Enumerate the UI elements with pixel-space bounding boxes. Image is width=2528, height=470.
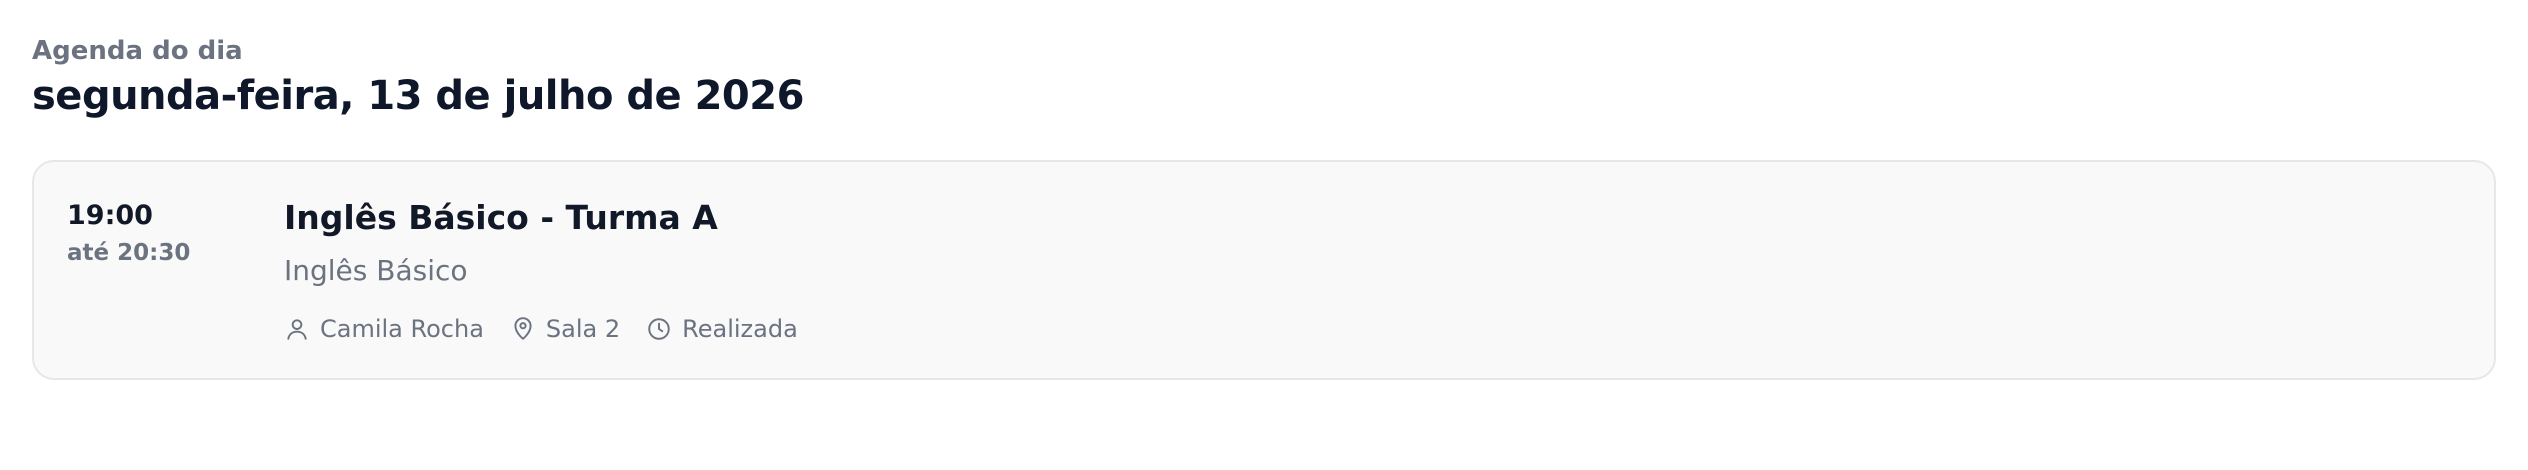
user-icon <box>284 316 310 342</box>
agenda-page: Agenda do dia segunda-feira, 13 de julho… <box>0 0 2528 470</box>
room-meta: Sala 2 <box>510 312 620 346</box>
class-title: Inglês Básico - Turma A <box>284 198 718 237</box>
teacher-name: Camila Rocha <box>320 315 484 343</box>
page-kicker: Agenda do dia <box>32 36 243 66</box>
page-title: segunda-feira, 13 de julho de 2026 <box>32 73 804 119</box>
clock-icon <box>646 316 672 342</box>
class-subtitle: Inglês Básico <box>284 254 468 287</box>
teacher-meta: Camila Rocha <box>284 312 484 346</box>
room-name: Sala 2 <box>545 315 621 343</box>
class-metadata: Camila Rocha Sala 2 Realizada <box>284 312 798 346</box>
end-time: até 20:30 <box>67 240 191 266</box>
agenda-item-card[interactable]: 19:00 até 20:30 Inglês Básico - Turma A … <box>32 160 2496 380</box>
status-meta: Realizada <box>646 312 798 346</box>
status-text: Realizada <box>682 315 798 343</box>
start-time: 19:00 <box>67 200 153 231</box>
map-pin-icon <box>510 316 536 342</box>
